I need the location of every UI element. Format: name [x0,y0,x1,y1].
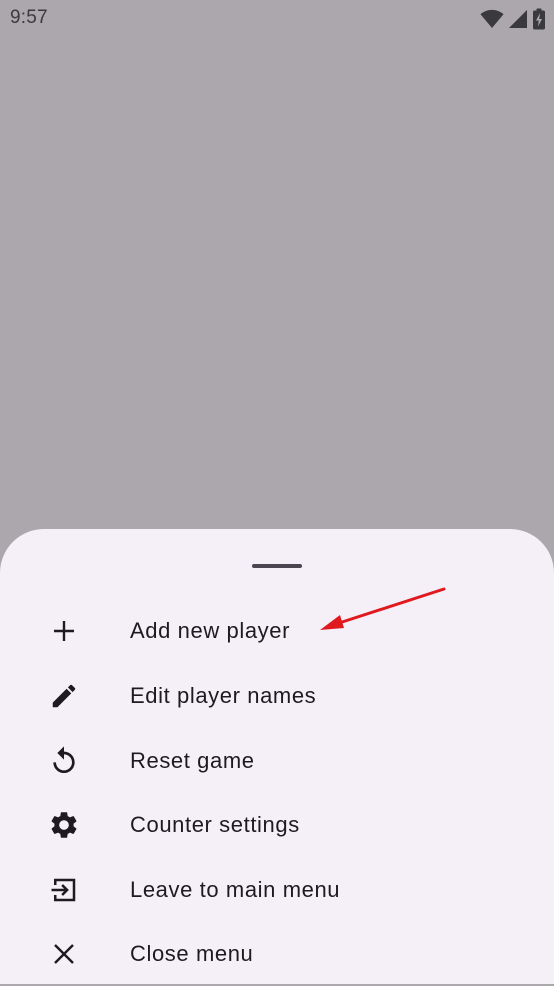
menu-item-label: Reset game [130,748,255,773]
menu-item-counter-settings[interactable]: Counter settings [0,793,554,857]
bottom-sheet-menu: Add new player Edit player names Reset g… [0,529,554,984]
menu-item-label: Counter settings [130,812,300,837]
menu-item-add-new-player[interactable]: Add new player [0,599,554,663]
exit-icon [48,874,80,906]
pencil-icon [48,680,80,712]
menu-item-edit-player-names[interactable]: Edit player names [0,664,554,728]
plus-icon [48,615,80,647]
status-icons [480,7,546,31]
menu-item-label: Close menu [130,941,254,966]
menu-item-reset-game[interactable]: Reset game [0,729,554,793]
menu-item-label: Edit player names [130,683,317,708]
close-icon [48,938,80,970]
menu-item-close-menu[interactable]: Close menu [0,922,554,986]
battery-icon [532,8,546,30]
menu-item-leave-to-main-menu[interactable]: Leave to main menu [0,858,554,922]
menu-item-label: Add new player [130,618,291,643]
signal-icon [508,9,528,29]
reset-icon [48,745,80,777]
status-bar: 9:57 [0,0,554,38]
menu-item-label: Leave to main menu [130,877,341,902]
gear-icon [48,809,80,841]
drag-handle[interactable] [252,564,302,568]
wifi-icon [480,9,504,29]
status-time: 9:57 [10,7,48,28]
